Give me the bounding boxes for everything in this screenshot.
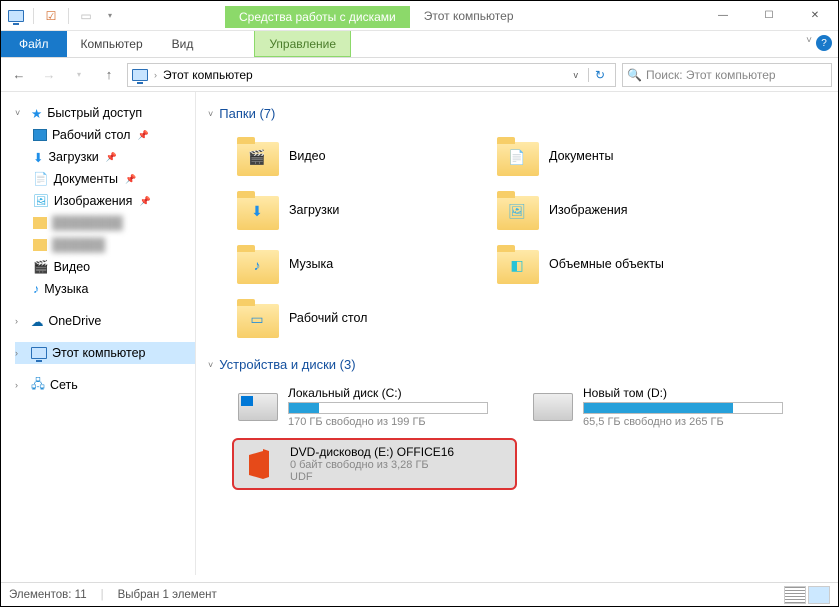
drive-name: DVD-дисковод (E:) OFFICE16 (290, 445, 500, 459)
folder-label: Загрузки (289, 203, 339, 217)
back-button[interactable]: ← (7, 63, 31, 87)
computer-tab[interactable]: Компьютер (67, 31, 158, 57)
folder-icon: ▭ (237, 304, 279, 338)
status-item-count: Элементов: 11 (9, 589, 87, 601)
quick-access-toolbar: ☑ ▭ ▾ (1, 7, 125, 25)
maximize-button[interactable]: ☐ (746, 1, 792, 31)
folder-label: Видео (289, 149, 326, 163)
tree-onedrive[interactable]: ›☁OneDrive (15, 310, 195, 332)
search-placeholder: Поиск: Этот компьютер (646, 68, 776, 82)
drives-grid: Локальный диск (C:) 170 ГБ свободно из 19… (232, 382, 832, 490)
group-devices-header[interactable]: ˅Устройства и диски (3) (208, 357, 832, 372)
folder-label: Объемные объекты (549, 257, 664, 271)
address-dropdown-icon[interactable]: v (569, 70, 582, 80)
folder-item[interactable]: ♪ Музыка (232, 239, 482, 289)
refresh-button[interactable]: ↻ (588, 68, 611, 82)
drive-icon (533, 393, 573, 421)
drive-free: 0 байт свободно из 3,28 ГБ (290, 459, 500, 471)
drive-item[interactable]: Новый том (D:) 65,5 ГБ свободно из 265 ГБ (527, 382, 812, 432)
tree-network[interactable]: ›🖧Сеть (15, 374, 195, 396)
drive-name: Локальный диск (C:) (288, 386, 498, 400)
up-button[interactable]: ↑ (97, 63, 121, 87)
recent-dropdown-icon[interactable]: ▾ (67, 63, 91, 87)
help-icon[interactable]: ? (816, 35, 832, 51)
thispc-icon (132, 69, 148, 81)
folder-icon: ♪ (237, 250, 279, 284)
group-folders-header[interactable]: ˅Папки (7) (208, 106, 832, 121)
ribbon-tabs: Файл Компьютер Вид Управление ˅ ? (1, 31, 838, 58)
status-selection: Выбран 1 элемент (118, 589, 217, 601)
drive-free: 65,5 ГБ свободно из 265 ГБ (583, 416, 793, 428)
forward-button[interactable]: → (37, 63, 61, 87)
folder-label: Музыка (289, 257, 333, 271)
folder-icon: ◧ (497, 250, 539, 284)
view-tab[interactable]: Вид (158, 31, 209, 57)
content-pane: ˅Папки (7) 🎬 Видео 📄 Документы ⬇ Загрузки 🖼 Изо… (196, 92, 838, 575)
folder-item[interactable]: 📄 Документы (492, 131, 742, 181)
office-icon (240, 444, 280, 484)
folder-item[interactable]: 🎬 Видео (232, 131, 482, 181)
view-details-button[interactable] (784, 586, 806, 604)
navigation-bar: ← → ▾ ↑ › Этот компьютер v ↻ 🔍 Поиск: Эт… (1, 58, 838, 92)
folder-icon: ⬇ (237, 196, 279, 230)
tree-video[interactable]: 🎬Видео (15, 256, 195, 278)
manage-tab[interactable]: Управление (254, 31, 351, 57)
search-icon: 🔍 (627, 68, 642, 82)
drive-name: Новый том (D:) (583, 386, 793, 400)
app-icon (7, 7, 25, 25)
tree-documents[interactable]: 📄Документы📌 (15, 168, 195, 190)
folder-label: Изображения (549, 203, 628, 217)
drive-progress (583, 402, 783, 414)
tree-thispc[interactable]: ›Этот компьютер (15, 342, 195, 364)
folder-label: Рабочий стол (289, 311, 367, 325)
qat-dropdown-icon[interactable]: ▾ (101, 7, 119, 25)
folder-icon: 🎬 (237, 142, 279, 176)
window-title: Этот компьютер (424, 9, 514, 23)
drive-info: Локальный диск (C:) 170 ГБ свободно из 19… (288, 386, 498, 428)
folder-item[interactable]: ▭ Рабочий стол (232, 293, 482, 343)
drive-info: Новый том (D:) 65,5 ГБ свободно из 265 ГБ (583, 386, 793, 428)
file-tab[interactable]: Файл (1, 31, 67, 57)
drive-fs: UDF (290, 471, 500, 483)
drive-icon (238, 393, 278, 421)
tree-downloads[interactable]: ⬇Загрузки📌 (15, 146, 195, 168)
tree-pictures[interactable]: 🖼Изображения📌 (15, 190, 195, 212)
tree-quick-access[interactable]: ˅ ★ Быстрый доступ (15, 102, 195, 124)
drive-free: 170 ГБ свободно из 199 ГБ (288, 416, 498, 428)
folders-grid: 🎬 Видео 📄 Документы ⬇ Загрузки 🖼 Изображения ♪ Му… (232, 131, 832, 343)
properties-qat-icon[interactable]: ☑ (42, 7, 60, 25)
address-location: Этот компьютер (163, 68, 253, 82)
drive-info: DVD-дисковод (E:) OFFICE160 байт свободн… (290, 445, 500, 483)
folder-item[interactable]: ◧ Объемные объекты (492, 239, 742, 289)
contextual-tab-header: Средства работы с дисками (225, 6, 410, 28)
newfolder-qat-icon[interactable]: ▭ (77, 7, 95, 25)
folder-icon: 📄 (497, 142, 539, 176)
drive-item-selected[interactable]: DVD-дисковод (E:) OFFICE160 байт свободн… (232, 438, 517, 490)
close-button[interactable]: ✕ (792, 1, 838, 31)
search-input[interactable]: 🔍 Поиск: Этот компьютер (622, 63, 832, 87)
drive-progress (288, 402, 488, 414)
tree-blurred-1[interactable]: ████████ (15, 212, 195, 234)
pin-icon: 📌 (137, 130, 148, 141)
tree-blurred-2[interactable]: ██████ (15, 234, 195, 256)
window-controls: — ☐ ✕ (700, 1, 838, 31)
tree-music[interactable]: ♪Музыка (15, 278, 195, 300)
view-large-button[interactable] (808, 586, 830, 604)
tree-desktop[interactable]: Рабочий стол📌 (15, 124, 195, 146)
status-bar: Элементов: 11 | Выбран 1 элемент (1, 582, 838, 606)
expand-ribbon-icon[interactable]: ˅ (806, 35, 812, 46)
folder-label: Документы (549, 149, 613, 163)
title-bar: ☑ ▭ ▾ Средства работы с дисками Этот ком… (1, 1, 838, 31)
drive-item[interactable]: Локальный диск (C:) 170 ГБ свободно из 19… (232, 382, 517, 432)
folder-item[interactable]: ⬇ Загрузки (232, 185, 482, 235)
folder-icon: 🖼 (497, 196, 539, 230)
address-bar[interactable]: › Этот компьютер v ↻ (127, 63, 616, 87)
navigation-pane: ˅ ★ Быстрый доступ Рабочий стол📌 ⬇Загруз… (1, 92, 196, 575)
minimize-button[interactable]: — (700, 1, 746, 31)
folder-item[interactable]: 🖼 Изображения (492, 185, 742, 235)
